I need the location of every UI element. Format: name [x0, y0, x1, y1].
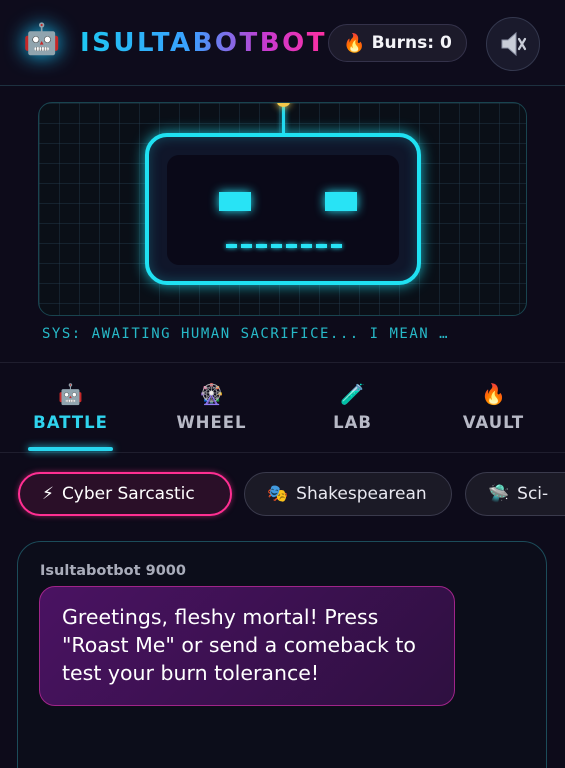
- persona-label: Cyber Sarcastic: [61, 484, 195, 504]
- tab-label: LAB: [333, 413, 372, 432]
- tab-lab[interactable]: 🧪 LAB: [282, 381, 423, 451]
- system-status-text: SYS: AWAITING HUMAN SACRIFICE... I MEAN …: [42, 326, 450, 342]
- chat-panel: Isultabotbot 9000 Greetings, fleshy mort…: [17, 541, 547, 768]
- burns-counter: 🔥 Burns: 0: [328, 24, 467, 62]
- app-title: ISULTABOTBOT: [80, 28, 327, 58]
- lightning-icon: ⚡: [42, 484, 54, 504]
- tab-vault[interactable]: 🔥 VAULT: [423, 381, 564, 451]
- app-header: 🤖 ISULTABOTBOT 🔥 Burns: 0: [0, 0, 565, 86]
- robot-head: [145, 133, 421, 285]
- theater-masks-icon: 🎭: [267, 484, 289, 504]
- test-tube-icon: 🧪: [340, 382, 365, 406]
- burns-label: Burns: 0: [371, 33, 452, 53]
- robot-display: [38, 102, 527, 316]
- robot-mouth: [226, 244, 342, 248]
- robot-antenna: [282, 103, 285, 133]
- ferris-wheel-icon: 🎡: [199, 382, 224, 406]
- bot-message-bubble: Greetings, fleshy mortal! Press "Roast M…: [39, 586, 455, 706]
- persona-shakespearean[interactable]: 🎭 Shakespearean: [244, 472, 452, 516]
- robot-right-eye: [325, 192, 357, 211]
- main-tabs: 🤖 BATTLE 🎡 WHEEL 🧪 LAB 🔥 VAULT: [0, 363, 565, 453]
- fire-icon: 🔥: [343, 32, 366, 54]
- tab-label: WHEEL: [176, 413, 247, 432]
- robot-face: [167, 155, 399, 265]
- message-sender: Isultabotbot 9000: [40, 563, 186, 579]
- ufo-icon: 🛸: [488, 484, 510, 504]
- tab-label: VAULT: [462, 413, 525, 432]
- robot-icon: 🤖: [58, 382, 83, 406]
- tab-wheel[interactable]: 🎡 WHEEL: [141, 381, 282, 451]
- speaker-muted-icon: [501, 31, 527, 57]
- robot-logo-icon: 🤖: [23, 22, 61, 57]
- tab-label: BATTLE: [33, 413, 108, 432]
- persona-sci-fi[interactable]: 🛸 Sci-: [465, 472, 565, 516]
- tab-battle[interactable]: 🤖 BATTLE: [0, 381, 141, 451]
- antenna-light: [277, 103, 290, 107]
- robot-left-eye: [219, 192, 251, 211]
- persona-label: Shakespearean: [296, 484, 427, 504]
- fire-icon: 🔥: [481, 382, 506, 406]
- persona-cyber-sarcastic[interactable]: ⚡ Cyber Sarcastic: [18, 472, 232, 516]
- mute-sound-button[interactable]: [486, 17, 540, 71]
- active-tab-indicator: [28, 447, 113, 451]
- persona-label: Sci-: [517, 484, 549, 504]
